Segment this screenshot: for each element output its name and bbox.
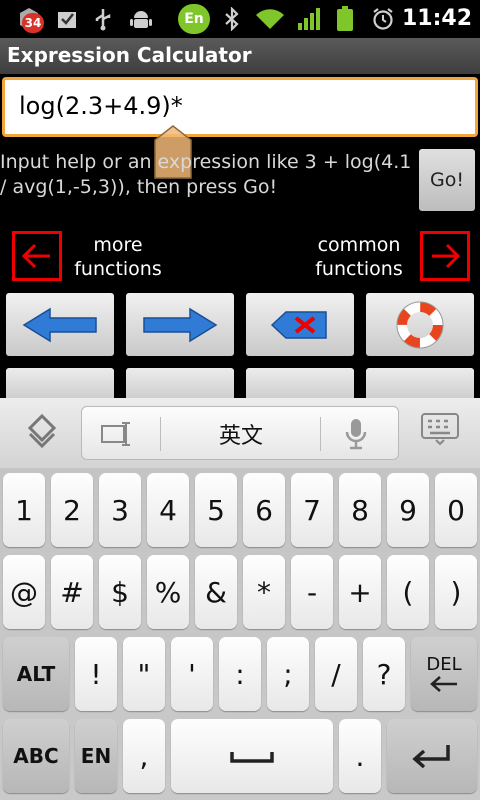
- key-row1-6[interactable]: 7: [291, 473, 333, 547]
- status-bar: 34 En 11:42: [0, 0, 480, 38]
- key-row1-5[interactable]: 6: [243, 473, 285, 547]
- cursor-right-button[interactable]: [126, 293, 234, 356]
- wifi-icon: [254, 6, 286, 32]
- key-row3-1[interactable]: ": [123, 637, 165, 711]
- key-row2-4[interactable]: &: [195, 555, 237, 629]
- key-row2-1[interactable]: #: [51, 555, 93, 629]
- bluetooth-icon: [222, 6, 242, 32]
- keyboard-candidate-area: 英文: [0, 398, 480, 468]
- app-title: Expression Calculator: [7, 43, 252, 67]
- help-lifebuoy-button[interactable]: [366, 293, 474, 356]
- backspace-button[interactable]: [246, 293, 354, 356]
- notification-count-badge: 34: [22, 13, 44, 33]
- enter-key[interactable]: [387, 719, 477, 793]
- key-row1-3[interactable]: 4: [147, 473, 189, 547]
- title-bar: Expression Calculator: [0, 38, 480, 74]
- android-debug-icon: [128, 6, 154, 32]
- common-functions-button[interactable]: [420, 231, 470, 281]
- checkbox-icon: [55, 6, 79, 32]
- soft-keyboard: 英文 1234567890 @ # $% & * - +() ALT ! " ':; /? DEL…: [0, 398, 480, 800]
- language-key[interactable]: EN: [75, 719, 117, 793]
- key-row3-0[interactable]: !: [75, 637, 117, 711]
- key-row3-3[interactable]: :: [219, 637, 261, 711]
- calc-button-row2-1[interactable]: [6, 368, 114, 398]
- alt-key[interactable]: ALT: [3, 637, 69, 711]
- key-row2-3[interactable]: %: [147, 555, 189, 629]
- battery-icon: [334, 6, 356, 32]
- space-icon: [230, 752, 274, 763]
- key-row1-1[interactable]: 2: [51, 473, 93, 547]
- cursor-left-button[interactable]: [6, 293, 114, 356]
- key-row3-2[interactable]: ': [171, 637, 213, 711]
- arrow-right-icon: [143, 307, 218, 342]
- key-row1-9[interactable]: 0: [435, 473, 477, 547]
- more-functions-label: more functions: [74, 234, 162, 280]
- key-row3-6[interactable]: ?: [363, 637, 405, 711]
- key-row2-2[interactable]: $: [99, 555, 141, 629]
- calc-button-row2-3[interactable]: [246, 368, 354, 398]
- key-row1-2[interactable]: 3: [99, 473, 141, 547]
- candidate-word[interactable]: 英文: [162, 407, 320, 461]
- ime-icon: En: [178, 4, 210, 34]
- key-row3-4[interactable]: ;: [267, 637, 309, 711]
- key-row1-4[interactable]: 5: [195, 473, 237, 547]
- text-cursor-icon[interactable]: [100, 421, 132, 447]
- arrow-left-icon: [22, 307, 97, 342]
- delete-arrow-icon: [430, 676, 457, 692]
- space-key[interactable]: [171, 719, 333, 793]
- usb-icon: [92, 6, 114, 32]
- microphone-icon[interactable]: [344, 417, 368, 451]
- key-row1-8[interactable]: 9: [387, 473, 429, 547]
- enter-icon: [412, 745, 450, 769]
- key-row2-8[interactable]: (: [387, 555, 429, 629]
- calc-button-row2-2[interactable]: [126, 368, 234, 398]
- abc-key[interactable]: ABC: [3, 719, 69, 793]
- alarm-icon: [370, 6, 396, 32]
- calc-button-row2-4[interactable]: [366, 368, 474, 398]
- arrow-right-icon: [432, 243, 461, 269]
- key-row2-9[interactable]: ): [435, 555, 477, 629]
- help-text: Input help or an expression like 3 + log…: [0, 151, 412, 198]
- delete-key[interactable]: DEL: [411, 637, 477, 711]
- comma-key[interactable]: ,: [123, 719, 165, 793]
- arrow-left-icon: [21, 243, 50, 269]
- candidate-bar: 英文: [81, 406, 399, 460]
- keyboard-settings-icon[interactable]: [420, 412, 460, 446]
- go-button[interactable]: Go!: [419, 149, 475, 211]
- status-time: 11:42: [401, 6, 472, 31]
- backspace-icon: [270, 310, 327, 339]
- keyboard-hide-icon[interactable]: [20, 412, 64, 452]
- key-row2-7[interactable]: +: [339, 555, 381, 629]
- key-row2-5[interactable]: *: [243, 555, 285, 629]
- key-row2-6[interactable]: -: [291, 555, 333, 629]
- period-key[interactable]: .: [339, 719, 381, 793]
- more-functions-button[interactable]: [12, 231, 62, 281]
- common-functions-label: common functions: [315, 234, 403, 280]
- key-row1-0[interactable]: 1: [3, 473, 45, 547]
- key-row3-5[interactable]: /: [315, 637, 357, 711]
- expression-input[interactable]: log(2.3+4.9)*: [2, 77, 478, 137]
- key-row1-7[interactable]: 8: [339, 473, 381, 547]
- key-row2-0[interactable]: @: [3, 555, 45, 629]
- signal-icon: [296, 6, 322, 32]
- lifebuoy-icon: [396, 301, 444, 348]
